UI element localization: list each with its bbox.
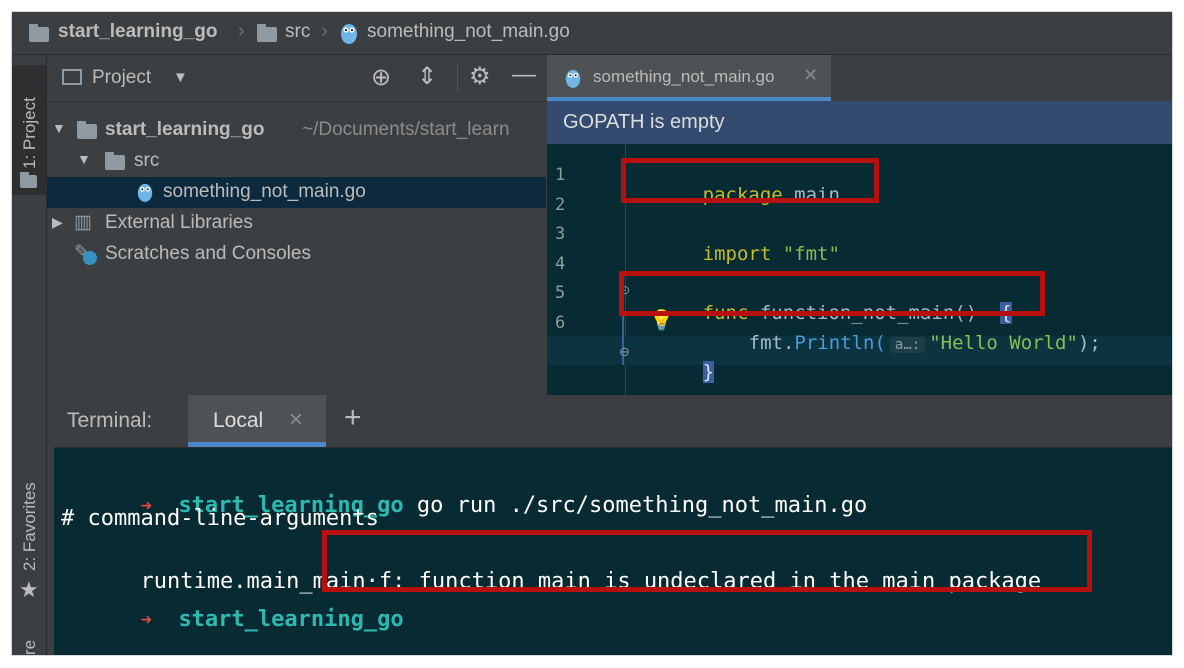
tree-item-external-libraries[interactable]: ▶ ▥ External Libraries bbox=[47, 208, 546, 239]
project-panel-header: Project ▼ ⊕ ⇕ ⚙ — bbox=[47, 55, 546, 102]
fold-icon[interactable]: ⊖ bbox=[619, 344, 630, 360]
gopher-file-icon bbox=[137, 183, 153, 202]
command: go run ./src/something_not_main.go bbox=[403, 493, 868, 518]
left-tool-stripe: 1: Project 2: Favorites ★ re bbox=[12, 55, 47, 655]
package-ref: fmt. bbox=[748, 332, 795, 354]
star-icon: ★ bbox=[19, 577, 39, 602]
tree-item-scratches[interactable]: ✎ Scratches and Consoles bbox=[47, 239, 546, 270]
breadcrumb-project[interactable]: start_learning_go bbox=[58, 21, 217, 43]
string-literal: "Hello World" bbox=[929, 332, 1078, 354]
code-line-6[interactable]: fmt.Println(a…: "Hello World"); bbox=[680, 310, 1101, 376]
library-icon: ▥ bbox=[74, 212, 92, 233]
string-literal: "fmt" bbox=[771, 243, 840, 265]
breadcrumb-folder[interactable]: src bbox=[285, 21, 310, 43]
root-name: start_learning_go bbox=[105, 119, 265, 140]
line-number: 5 bbox=[555, 283, 566, 303]
folder-icon bbox=[257, 24, 277, 42]
line-number: 3 bbox=[555, 224, 566, 244]
tree-item-root[interactable]: ▼ start_learning_go ~/Documents/start_le… bbox=[47, 115, 546, 146]
terminal-line-2: # command-line-arguments bbox=[61, 506, 379, 531]
add-terminal-button[interactable]: + bbox=[344, 401, 362, 435]
scratches-label: Scratches and Consoles bbox=[105, 243, 311, 264]
terminal-tab-bar: Terminal: Local ✕ + bbox=[54, 395, 1172, 448]
editor-pane: something_not_main.go ✕ GOPATH is empty … bbox=[547, 55, 1172, 395]
editor-tab-bar: something_not_main.go ✕ bbox=[547, 55, 1172, 101]
external-libraries-label: External Libraries bbox=[105, 212, 253, 233]
param-hint: a…: bbox=[889, 337, 926, 353]
paren: ); bbox=[1077, 332, 1101, 354]
prompt-dir: start_learning_go bbox=[178, 607, 404, 632]
banner-text: GOPATH is empty bbox=[563, 111, 725, 133]
separator bbox=[457, 65, 458, 91]
gopath-banner: GOPATH is empty bbox=[547, 101, 1172, 144]
project-tool-tab[interactable]: 1: Project bbox=[12, 65, 46, 195]
project-panel-title[interactable]: Project bbox=[92, 67, 151, 89]
terminal-tab-label: Local bbox=[213, 409, 264, 432]
close-icon[interactable]: ✕ bbox=[803, 65, 818, 86]
project-panel: Project ▼ ⊕ ⇕ ⚙ — ▼ start_learning_go ~/… bbox=[47, 55, 546, 395]
line-number: 2 bbox=[555, 195, 566, 215]
expand-arrow-icon[interactable]: ▼ bbox=[77, 151, 91, 167]
collapse-all-icon[interactable]: ⇕ bbox=[417, 62, 437, 91]
ide-window: start_learning_go › src › something_not_… bbox=[12, 12, 1172, 655]
editor-tab[interactable]: something_not_main.go ✕ bbox=[547, 55, 831, 101]
terminal-line-4: ➜ start_learning_go bbox=[61, 582, 404, 655]
keyword: import bbox=[702, 243, 772, 265]
tree-item-file[interactable]: something_not_main.go bbox=[47, 177, 546, 208]
src-label: src bbox=[134, 150, 160, 171]
close-icon[interactable]: ✕ bbox=[288, 409, 304, 432]
project-tool-tab-label: 1: Project bbox=[20, 97, 39, 169]
chevron-down-icon[interactable]: ▼ bbox=[173, 69, 188, 86]
tree-item-src[interactable]: ▼ src bbox=[47, 146, 546, 177]
terminal-title: Terminal: bbox=[67, 409, 153, 432]
chevron-right-icon: › bbox=[321, 20, 328, 42]
gopher-file-icon bbox=[565, 69, 581, 88]
gear-icon[interactable]: ⚙ bbox=[469, 62, 491, 91]
line-number: 4 bbox=[555, 254, 566, 274]
terminal-panel: Terminal: Local ✕ + ➜ start_learning_go … bbox=[54, 395, 1172, 655]
structure-tool-tab-label[interactable]: re bbox=[20, 640, 40, 655]
project-view-icon bbox=[62, 69, 82, 85]
folder-icon bbox=[29, 24, 49, 42]
gopher-file-icon bbox=[341, 24, 357, 44]
prompt-arrow-icon: ➜ bbox=[140, 609, 152, 631]
folder-icon bbox=[105, 152, 125, 170]
expand-arrow-icon[interactable]: ▶ bbox=[52, 214, 63, 231]
folder-icon bbox=[77, 121, 97, 139]
line-number: 6 bbox=[555, 313, 566, 333]
locate-icon[interactable]: ⊕ bbox=[371, 63, 391, 92]
editor-tab-label: something_not_main.go bbox=[593, 67, 775, 86]
folder-icon bbox=[20, 172, 37, 188]
clock-badge-icon bbox=[83, 251, 97, 265]
call: Println( bbox=[794, 332, 886, 354]
terminal-tab-local[interactable]: Local ✕ bbox=[188, 395, 326, 447]
highlight-box-error bbox=[322, 530, 1092, 592]
expand-arrow-icon[interactable]: ▼ bbox=[52, 120, 66, 136]
breadcrumb: start_learning_go › src › something_not_… bbox=[12, 12, 1172, 55]
minimize-icon[interactable]: — bbox=[512, 61, 536, 89]
highlight-box-package bbox=[621, 158, 879, 203]
file-label: something_not_main.go bbox=[163, 181, 366, 202]
highlight-box-func bbox=[619, 271, 1045, 316]
line-number: 1 bbox=[555, 165, 566, 185]
breadcrumb-file[interactable]: something_not_main.go bbox=[367, 21, 570, 43]
brace: } bbox=[702, 361, 715, 383]
root-path: ~/Documents/start_learn bbox=[302, 119, 510, 140]
favorites-tool-tab[interactable]: 2: Favorites ★ bbox=[12, 445, 46, 605]
favorites-tool-tab-label: 2: Favorites bbox=[20, 482, 39, 571]
chevron-right-icon: › bbox=[238, 20, 245, 42]
